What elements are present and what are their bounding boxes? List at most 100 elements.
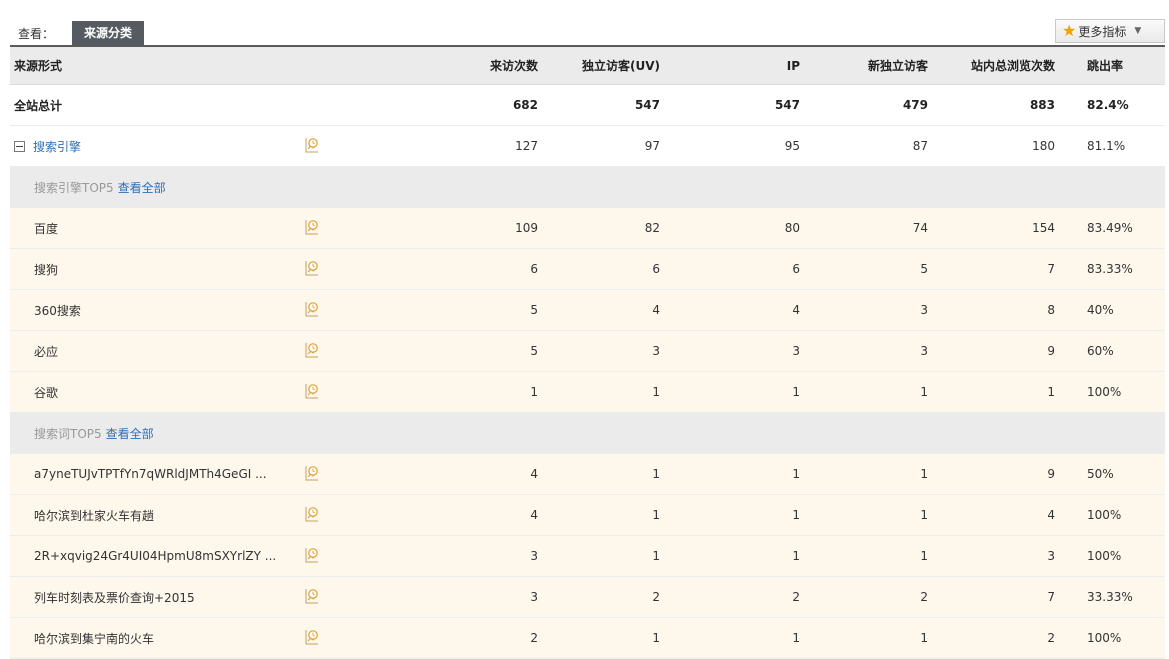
keyword-new-uv: 1 <box>820 617 948 659</box>
keyword-uv: 1 <box>558 453 680 495</box>
caret-down-icon: ▼ <box>1134 26 1142 36</box>
engine-bounce-rate: 83.49% <box>1075 207 1165 249</box>
engine-bounce-rate: 83.33% <box>1075 248 1165 290</box>
trend-cell <box>305 125 445 167</box>
engine-pageviews: 8 <box>948 289 1075 331</box>
keyword-uv: 2 <box>558 576 680 618</box>
trend-clock-icon[interactable] <box>305 383 319 399</box>
trend-cell <box>305 289 445 331</box>
keywords-subheader-label: 搜索词TOP5 <box>34 426 102 441</box>
total-bounce-rate: 82.4% <box>1075 84 1165 126</box>
engine-bounce-rate: 100% <box>1075 371 1165 413</box>
engines-view-all-link[interactable]: 查看全部 <box>118 181 166 195</box>
keyword-new-uv: 1 <box>820 535 948 577</box>
keyword-pageviews: 4 <box>948 494 1075 536</box>
table-row: 2R+xqvig24Gr4UI04HpmU8mSXYrlZY ... 3 1 1 1 3 1… <box>10 535 1165 577</box>
group-cell: 搜索引擎 <box>10 125 305 167</box>
col-header-bounce-rate[interactable]: 跳出率 <box>1075 47 1165 85</box>
table-row: 列车时刻表及票价查询+2015 3 2 2 2 7 33.33% <box>10 576 1165 618</box>
keyword-uv: 1 <box>558 494 680 536</box>
trend-clock-icon[interactable] <box>305 137 319 153</box>
trend-clock-icon[interactable] <box>305 342 319 358</box>
keyword-name: a7yneTUJvTPTfYn7qWRldJMTh4GeGI ... <box>10 453 305 495</box>
col-header-new-uv[interactable]: 新独立访客 <box>820 47 948 85</box>
trend-clock-icon[interactable] <box>305 588 319 604</box>
engine-new-uv: 5 <box>820 248 948 290</box>
tab-source-category[interactable]: 来源分类 <box>72 21 145 45</box>
keyword-visits: 4 <box>445 494 558 536</box>
engine-ip: 6 <box>680 248 820 290</box>
group-uv: 97 <box>558 125 680 167</box>
col-header-spacer <box>305 47 445 85</box>
engine-visits: 5 <box>445 289 558 331</box>
keyword-bounce-rate: 50% <box>1075 453 1165 495</box>
star-icon: ★ <box>1062 21 1077 40</box>
keyword-bounce-rate: 100% <box>1075 617 1165 659</box>
keyword-visits: 3 <box>445 576 558 618</box>
total-row: 全站总计 682 547 547 479 883 82.4% <box>10 84 1165 126</box>
keywords-view-all-link[interactable]: 查看全部 <box>106 427 154 441</box>
engine-new-uv: 3 <box>820 289 948 331</box>
group-pageviews: 180 <box>948 125 1075 167</box>
keyword-bounce-rate: 33.33% <box>1075 576 1165 618</box>
trend-clock-icon[interactable] <box>305 301 319 317</box>
engine-pageviews: 7 <box>948 248 1075 290</box>
engine-ip: 1 <box>680 371 820 413</box>
engine-bounce-rate: 60% <box>1075 330 1165 372</box>
keyword-pageviews: 7 <box>948 576 1075 618</box>
engine-new-uv: 74 <box>820 207 948 249</box>
trend-clock-icon[interactable] <box>305 260 319 276</box>
group-new-uv: 87 <box>820 125 948 167</box>
col-header-visits[interactable]: 来访次数 <box>445 47 558 85</box>
table-row: 百度 109 82 80 74 154 83.49% <box>10 207 1165 249</box>
keyword-name: 列车时刻表及票价查询+2015 <box>10 576 305 618</box>
col-header-source[interactable]: 来源形式 <box>10 47 305 85</box>
engine-visits: 109 <box>445 207 558 249</box>
keyword-name: 2R+xqvig24Gr4UI04HpmU8mSXYrlZY ... <box>10 535 305 577</box>
engine-ip: 80 <box>680 207 820 249</box>
keyword-pageviews: 3 <box>948 535 1075 577</box>
trend-cell <box>305 535 445 577</box>
view-label: 查看： <box>18 27 55 41</box>
engines-subheader-row: 搜索引擎TOP5 查看全部 <box>10 166 1165 208</box>
more-metrics-button[interactable]: ★ 更多指标 ▼ <box>1055 19 1165 43</box>
keyword-bounce-rate: 100% <box>1075 494 1165 536</box>
trend-clock-icon[interactable] <box>305 629 319 645</box>
engine-visits: 6 <box>445 248 558 290</box>
total-visits: 682 <box>445 84 558 126</box>
collapse-minus-icon[interactable] <box>14 140 25 152</box>
trend-clock-icon[interactable] <box>305 219 319 235</box>
group-link-search-engine[interactable]: 搜索引擎 <box>33 140 81 154</box>
total-ip: 547 <box>680 84 820 126</box>
keyword-pageviews: 2 <box>948 617 1075 659</box>
trend-cell <box>305 576 445 618</box>
engine-name: 360搜索 <box>10 289 305 331</box>
engines-subheader-label: 搜索引擎TOP5 <box>34 180 114 195</box>
engine-name: 百度 <box>10 207 305 249</box>
group-bounce-rate: 81.1% <box>1075 125 1165 167</box>
keyword-ip: 1 <box>680 494 820 536</box>
table-row: 哈尔滨到集宁南的火车 2 1 1 1 2 100% <box>10 617 1165 659</box>
engine-pageviews: 154 <box>948 207 1075 249</box>
keyword-bounce-rate: 100% <box>1075 535 1165 577</box>
trend-cell <box>305 248 445 290</box>
engine-new-uv: 3 <box>820 330 948 372</box>
engine-uv: 3 <box>558 330 680 372</box>
trend-clock-icon[interactable] <box>305 465 319 481</box>
engine-bounce-rate: 40% <box>1075 289 1165 331</box>
engine-visits: 1 <box>445 371 558 413</box>
trend-clock-icon[interactable] <box>305 506 319 522</box>
source-stats-table: 来源形式 来访次数 独立访客(UV) IP 新独立访客 站内总浏览次数 跳出率 … <box>10 47 1165 659</box>
col-header-ip[interactable]: IP <box>680 47 820 85</box>
engine-ip: 3 <box>680 330 820 372</box>
engine-uv: 4 <box>558 289 680 331</box>
total-label: 全站总计 <box>10 84 305 126</box>
trend-clock-icon[interactable] <box>305 547 319 563</box>
table-row: 360搜索 5 4 4 3 8 40% <box>10 289 1165 331</box>
engine-name: 谷歌 <box>10 371 305 413</box>
engine-visits: 5 <box>445 330 558 372</box>
col-header-uv[interactable]: 独立访客(UV) <box>558 47 680 85</box>
engine-uv: 1 <box>558 371 680 413</box>
table-row: 搜狗 6 6 6 5 7 83.33% <box>10 248 1165 290</box>
col-header-pageviews[interactable]: 站内总浏览次数 <box>948 47 1075 85</box>
